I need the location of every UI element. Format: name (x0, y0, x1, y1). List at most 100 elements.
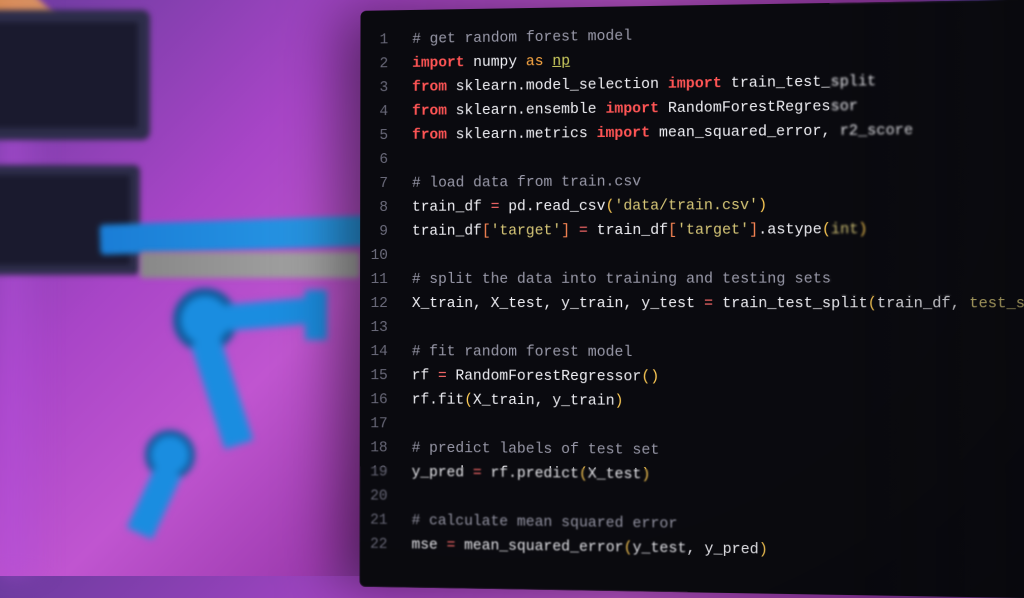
token-ident: pd.read_csv (508, 199, 605, 216)
token-paren: ) (641, 467, 650, 483)
token-paren: ( (624, 540, 633, 556)
line-number: 2 (360, 52, 404, 77)
token-comment: # calculate mean squared error (412, 513, 678, 533)
background-monitor-1 (0, 10, 150, 140)
token-op: = (447, 538, 465, 554)
token-str: 'target' (491, 223, 562, 239)
line-content[interactable]: # split the data into training and testi… (404, 267, 1024, 292)
token-op: = (491, 199, 509, 215)
token-bracket: [ (668, 223, 677, 239)
token-ident: RandomForestRegressor (455, 368, 641, 385)
line-content[interactable] (404, 427, 1024, 432)
line-content[interactable]: X_train, X_test, y_train, y_test = train… (404, 292, 1024, 317)
line-number: 19 (360, 460, 404, 485)
code-line[interactable]: 10 (360, 242, 1024, 268)
robot-arm-segment-lower (140, 252, 360, 278)
line-content[interactable]: rf = RandomForestRegressor() (404, 364, 1024, 391)
line-number: 17 (360, 412, 404, 436)
line-content[interactable]: # fit random forest model (404, 340, 1024, 367)
token-ident: X_train, X_test, y_train, y_test (412, 296, 704, 312)
line-number: 1 (360, 28, 404, 53)
code-line[interactable]: 13 (360, 316, 1024, 342)
line-number: 9 (360, 220, 404, 244)
token-paren: ) (759, 542, 768, 559)
token-ident: X_train, y_train (473, 393, 615, 410)
line-content[interactable] (404, 158, 1024, 163)
line-content[interactable]: train_df['target'] = train_df['target'].… (404, 217, 1024, 244)
token-paren: ( (822, 222, 831, 238)
code-editor[interactable]: 1# get random forest model2import numpy … (359, 0, 1024, 598)
token-kw-red: from (412, 127, 456, 143)
token-ident: mse (412, 537, 447, 554)
line-number: 10 (360, 244, 404, 268)
line-number: 13 (360, 316, 404, 340)
token-ident: rf.predict (490, 466, 578, 483)
token-ident: rf.fit (412, 392, 464, 408)
token-paren: ( (464, 393, 473, 409)
token-paren: () (641, 369, 659, 385)
token-ident: train_df, (877, 296, 969, 313)
code-line[interactable]: 16rf.fit(X_train, y_train) (360, 388, 1024, 417)
token-alias: np (552, 54, 570, 70)
line-number: 20 (360, 484, 404, 509)
token-bracket: ] (561, 223, 579, 239)
token-ident: rf (412, 368, 438, 384)
token-str: test_size=0.2 (969, 296, 1024, 313)
token-ident: y_test, y_pred (633, 540, 759, 558)
token-paren: ) (858, 222, 867, 238)
line-number: 5 (360, 124, 404, 148)
token-ident: .astype (758, 222, 822, 239)
line-number: 18 (360, 436, 404, 460)
token-ident: train_test_split (722, 296, 868, 312)
line-number: 8 (360, 196, 404, 220)
token-kw-red: import (605, 101, 667, 118)
line-number: 11 (360, 268, 404, 292)
token-kw-red: import (412, 55, 473, 72)
token-import-name: RandomForestRegressor (668, 99, 858, 117)
token-paren: ) (758, 198, 767, 214)
code-line[interactable]: 11# split the data into training and tes… (360, 267, 1024, 292)
token-ident: X_test (588, 466, 642, 483)
line-number: 21 (360, 508, 404, 533)
line-number: 6 (360, 148, 404, 172)
line-number: 15 (360, 364, 404, 388)
token-comment: # predict labels of test set (412, 441, 660, 459)
line-number: 14 (360, 340, 404, 364)
token-comment: # fit random forest model (412, 344, 633, 361)
line-content[interactable]: rf.fit(X_train, y_train) (404, 388, 1024, 416)
line-number: 22 (360, 532, 404, 557)
line-number: 4 (360, 100, 404, 124)
token-kw-red: import (668, 76, 731, 93)
code-line[interactable]: 15rf = RandomForestRegressor() (360, 364, 1024, 392)
token-module: sklearn.ensemble (456, 102, 606, 120)
code-line[interactable]: 9train_df['target'] = train_df['target']… (360, 217, 1024, 244)
token-op: = (438, 368, 456, 384)
token-module: sklearn.model_selection (456, 77, 668, 96)
line-content[interactable] (404, 257, 1024, 258)
background-monitor-2 (0, 165, 140, 275)
token-import-name: train_test_split (731, 74, 876, 92)
token-comment: # load data from train.csv (412, 174, 641, 192)
line-content[interactable]: train_df = pd.read_csv('data/train.csv') (404, 192, 1024, 220)
token-comment: # get random forest model (412, 29, 632, 48)
token-module: numpy (473, 54, 526, 71)
token-kw-red: import (597, 125, 659, 142)
line-content[interactable] (404, 331, 1024, 332)
code-line[interactable]: 8train_df = pd.read_csv('data/train.csv'… (360, 192, 1024, 220)
line-content[interactable] (404, 500, 1024, 508)
token-ident: y_pred (412, 465, 473, 482)
line-number: 16 (360, 388, 404, 412)
robot-arm-segment-upper (100, 215, 381, 255)
line-number: 7 (360, 172, 404, 196)
token-module: sklearn.metrics (456, 126, 597, 143)
code-line[interactable]: 12X_train, X_test, y_train, y_test = tra… (360, 292, 1024, 317)
token-str: 'target' (677, 222, 749, 239)
token-ident: train_df (412, 199, 491, 215)
token-op: = (473, 465, 491, 481)
token-as: as (526, 54, 552, 70)
token-paren: ( (606, 199, 615, 215)
line-content[interactable]: # load data from train.csv (404, 167, 1024, 196)
robot-arm-icon (115, 260, 375, 540)
code-line[interactable]: 14 # fit random forest model (360, 340, 1024, 367)
token-import-name: mean_squared_error, r2_score (659, 123, 913, 142)
